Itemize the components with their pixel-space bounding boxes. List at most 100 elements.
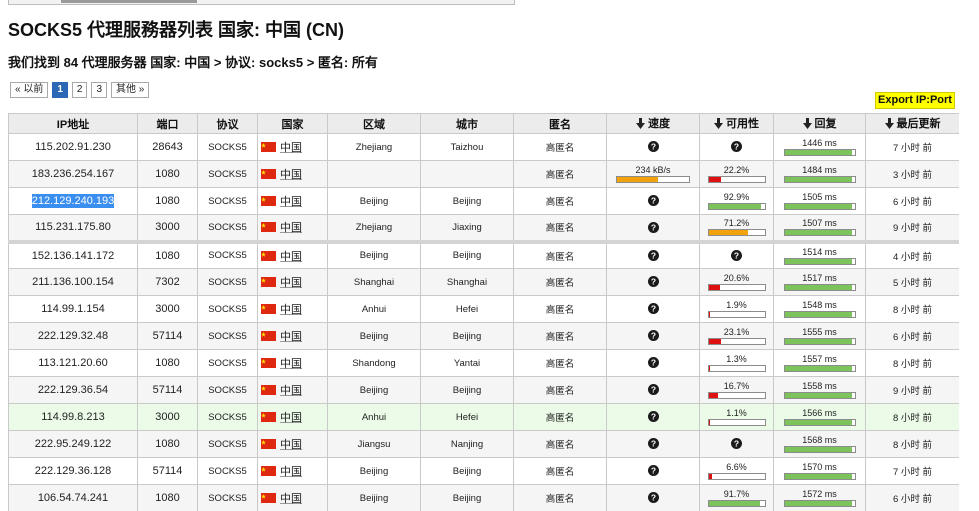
question-circle-icon: ? — [647, 330, 659, 342]
city-cell: Shanghai — [420, 268, 514, 296]
header-label: 区域 — [363, 118, 385, 131]
proxy-row: 152.136.141.172 1080 SOCKS5 中国 Beijing Beijin… — [8, 239, 959, 269]
response-cell: 1505 ms — [773, 187, 866, 215]
protocol-cell: SOCKS5 — [197, 403, 258, 431]
china-flag-icon — [261, 222, 276, 233]
country-link[interactable]: 中国 — [280, 385, 302, 397]
speed-value: 234 kB/s — [635, 165, 671, 175]
question-circle-icon: ? — [647, 411, 659, 423]
speed-cell: ? — [606, 239, 700, 269]
ip-address: 222.95.249.122 — [34, 438, 112, 450]
pagination-page-1[interactable]: 1 — [52, 82, 68, 98]
pagination-prev-button[interactable]: « 以前 — [10, 82, 49, 98]
availability-cell: 91.7% — [699, 484, 774, 511]
proxy-row: 222.95.249.122 1080 SOCKS5 中国 Jiangsu Nanjing… — [8, 430, 959, 458]
question-circle-icon: ? — [647, 195, 659, 207]
anonymity-cell: 高匿名 — [513, 349, 607, 377]
response-bar — [783, 284, 856, 291]
pagination-page-2[interactable]: 2 — [71, 82, 88, 98]
country-link[interactable]: 中国 — [280, 277, 302, 289]
country-link[interactable]: 中国 — [280, 142, 302, 154]
country-link[interactable]: 中国 — [280, 466, 302, 478]
question-circle-icon: ? — [647, 438, 659, 450]
header-last-updated[interactable]: 最后更新 — [865, 113, 959, 134]
anonymity-cell: 高匿名 — [513, 268, 607, 296]
anonymity: 高匿名 — [545, 170, 575, 181]
response-bar — [783, 446, 856, 453]
svg-text:?: ? — [734, 439, 739, 449]
ip-address: 113.121.20.60 — [38, 357, 108, 369]
header-response[interactable]: 回复 — [773, 113, 866, 134]
port: 57114 — [152, 330, 183, 342]
svg-text:?: ? — [650, 439, 655, 449]
response-cell: 1558 ms — [773, 376, 866, 404]
response-cell: 1555 ms — [773, 322, 866, 350]
region-cell: Anhui — [327, 295, 421, 323]
ip-address: 211.136.100.154 — [32, 276, 114, 288]
response-bar-fill — [784, 447, 853, 452]
ip-address-cell: 113.121.20.60 — [8, 349, 138, 377]
response-bar-fill — [784, 366, 853, 371]
port-cell: 57114 — [137, 376, 198, 404]
anonymity: 高匿名 — [545, 467, 575, 478]
sort-down-arrow-icon — [802, 117, 812, 129]
country-link[interactable]: 中国 — [280, 304, 302, 316]
country-link[interactable]: 中国 — [280, 439, 302, 451]
question-circle-icon: ? — [731, 250, 742, 262]
anonymity-cell: 高匿名 — [513, 214, 607, 242]
country-link[interactable]: 中国 — [280, 169, 302, 181]
question-circle-icon: ? — [647, 384, 659, 396]
country-link[interactable]: 中国 — [280, 331, 302, 343]
country-link[interactable]: 中国 — [280, 251, 302, 263]
response-value: 1572 ms — [802, 489, 837, 499]
last-updated-cell: 8 小时 前 — [865, 430, 959, 458]
port-cell: 3000 — [137, 295, 198, 323]
pagination-page-3[interactable]: 3 — [91, 82, 108, 98]
country-link[interactable]: 中国 — [280, 493, 302, 505]
pagination-more-button[interactable]: 其他 » — [111, 82, 150, 98]
city: Beijing — [452, 250, 482, 262]
country-link[interactable]: 中国 — [280, 196, 302, 208]
response-value: 1558 ms — [802, 381, 837, 391]
availability-meter: 1.1% — [701, 408, 773, 426]
response-meter: 1446 ms — [775, 138, 865, 156]
port-cell: 57114 — [137, 457, 198, 485]
city-cell: Hefei — [420, 295, 514, 323]
proxy-row: 183.236.254.167 1080 SOCKS5 中国 高匿名 234 kB/s 22… — [8, 160, 959, 188]
protocol-cell: SOCKS5 — [197, 133, 258, 161]
last-updated: 7 小时 前 — [892, 143, 933, 154]
availability-bar-fill — [708, 366, 710, 371]
response-meter: 1548 ms — [775, 300, 865, 318]
export-ip-port-button[interactable]: Export IP:Port — [875, 92, 955, 109]
last-updated: 8 小时 前 — [892, 305, 933, 316]
header-speed[interactable]: 速度 — [606, 113, 700, 134]
svg-text:?: ? — [650, 466, 655, 476]
svg-text:?: ? — [650, 412, 655, 422]
country-link[interactable]: 中国 — [280, 222, 302, 234]
availability-bar — [707, 365, 766, 372]
port-cell: 1080 — [137, 239, 198, 269]
port: 1080 — [155, 195, 180, 207]
anonymity-cell: 高匿名 — [513, 295, 607, 323]
sort-down-arrow-icon — [636, 117, 645, 129]
availability-bar-fill — [708, 177, 721, 182]
ip-address-cell: 114.99.8.213 — [8, 403, 138, 431]
ip-address-cell: 114.99.1.154 — [8, 295, 138, 323]
last-updated-cell: 7 小时 前 — [865, 457, 959, 485]
last-updated-cell: 8 小时 前 — [865, 403, 959, 431]
response-bar — [783, 473, 856, 480]
availability-value: 22.2% — [723, 165, 750, 175]
last-updated-cell: 3 小时 前 — [865, 160, 959, 188]
china-flag-icon — [261, 466, 276, 476]
availability-meter: 22.2% — [701, 165, 773, 183]
port: 3000 — [155, 303, 180, 315]
country-link[interactable]: 中国 — [280, 412, 302, 424]
proxy-row: 222.129.36.54 57114 SOCKS5 中国 Beijing Beijing… — [8, 376, 959, 404]
china-flag-icon — [261, 304, 276, 314]
ip-address: 183.236.254.167 — [31, 168, 115, 180]
header-availability[interactable]: 可用性 — [699, 113, 774, 134]
country-link[interactable]: 中国 — [280, 358, 302, 370]
question-circle-icon: ? — [731, 438, 742, 450]
last-updated-cell: 6 小时 前 — [865, 484, 959, 511]
availability-value: 1.9% — [726, 300, 747, 310]
